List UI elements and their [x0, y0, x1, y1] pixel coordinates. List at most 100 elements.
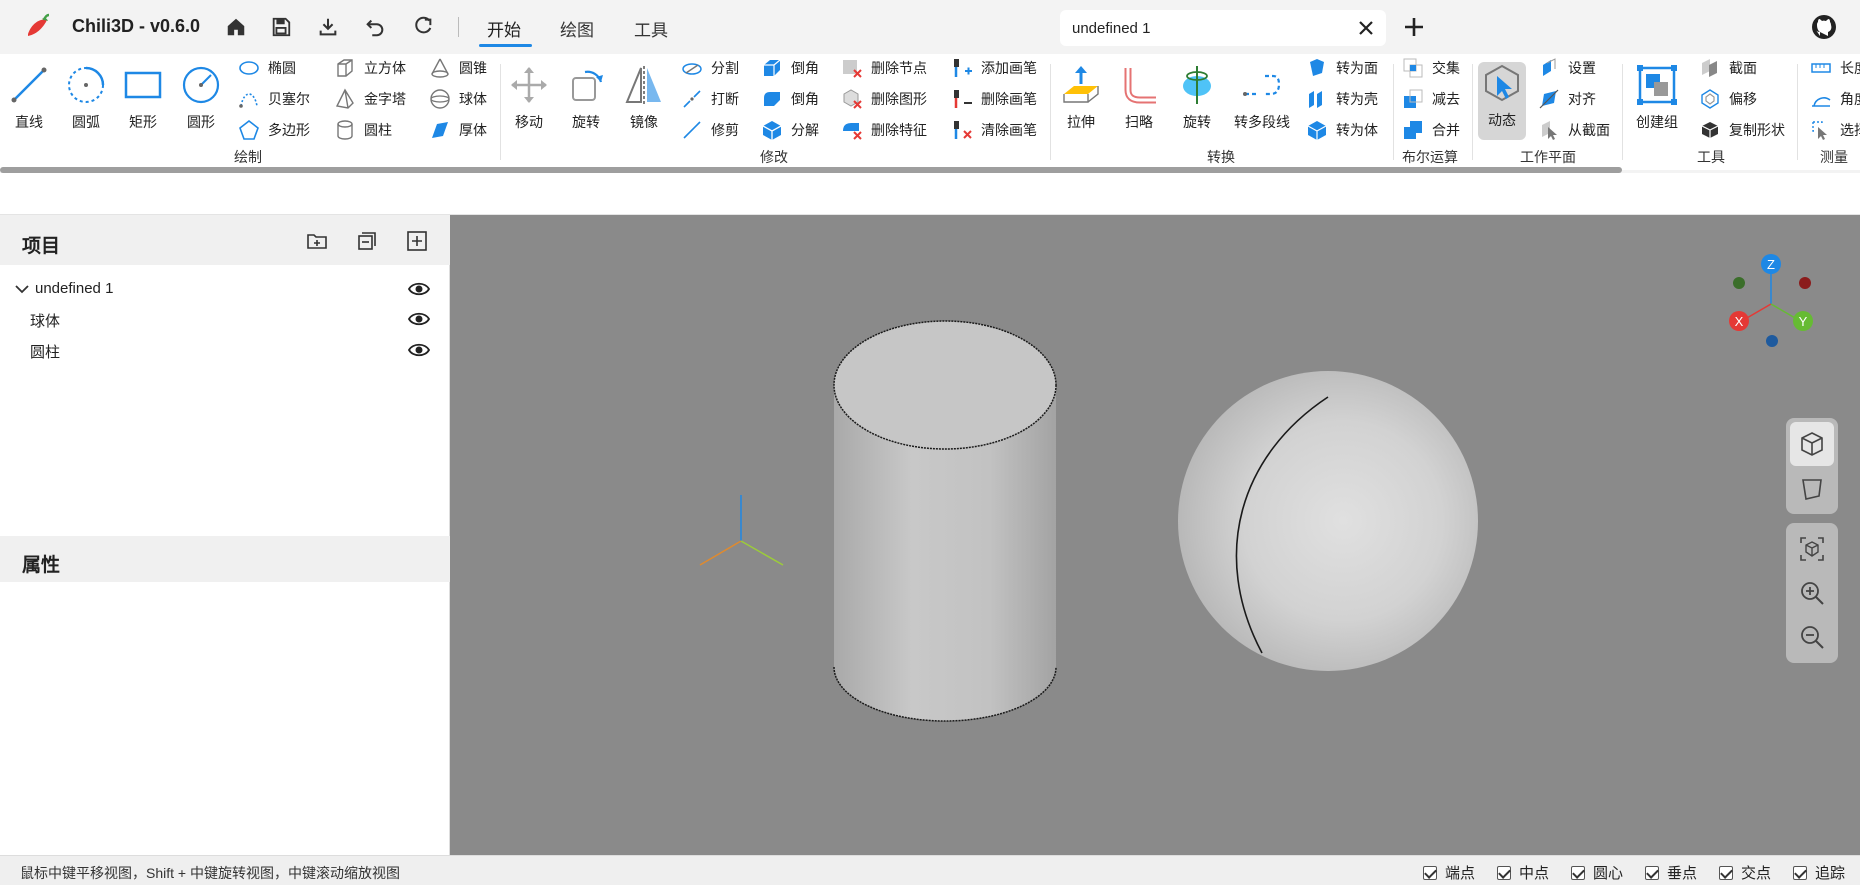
box-button[interactable]: 立方体 [334, 55, 406, 81]
remove-feature-button[interactable]: 删除特征 [841, 117, 927, 143]
zoom-out-button[interactable] [1790, 615, 1834, 659]
align-workplane-button[interactable]: 对齐 [1538, 86, 1596, 112]
sphere-button[interactable]: 球体 [429, 86, 487, 112]
trim-button[interactable]: 修剪 [681, 117, 739, 143]
explode-button[interactable]: 分解 [761, 117, 819, 143]
split-button[interactable]: 分割 [681, 55, 739, 81]
rotate-button[interactable]: 旋转 [559, 64, 613, 144]
measure-select-button[interactable]: 选择 [1810, 117, 1860, 143]
tree-root-row[interactable]: undefined 1 [0, 274, 450, 304]
checkbox[interactable] [1793, 865, 1807, 880]
home-button[interactable] [223, 14, 249, 40]
union-button[interactable]: 合并 [1402, 117, 1460, 143]
eye-icon[interactable] [408, 279, 430, 299]
tab-tools[interactable]: 工具 [634, 16, 668, 41]
redo-button[interactable] [410, 14, 436, 40]
snap-intersection-toggle[interactable]: 交点 [1719, 862, 1771, 883]
measure-length-button[interactable]: 长度 [1810, 55, 1860, 81]
new-folder-icon[interactable] [306, 230, 328, 252]
tree-item-label: 球体 [30, 313, 61, 330]
thickness-button[interactable]: 厚体 [429, 117, 487, 143]
bezier-button[interactable]: 贝塞尔 [238, 86, 310, 112]
checkbox[interactable] [1423, 865, 1437, 880]
add-item-icon[interactable] [406, 230, 428, 252]
tab-start[interactable]: 开始 [487, 16, 521, 41]
3d-viewport[interactable]: Z X Y [450, 215, 1860, 855]
union-label: 合并 [1432, 122, 1460, 138]
sweep-button[interactable]: 扫略 [1112, 64, 1166, 144]
to-shell-button[interactable]: 转为壳 [1306, 86, 1378, 112]
add-document-icon[interactable] [1400, 13, 1428, 41]
eye-icon[interactable] [408, 309, 430, 329]
mirror-button[interactable]: 镜像 [617, 64, 671, 144]
scene-canvas[interactable]: Z X Y [450, 215, 1860, 855]
checkbox[interactable] [1645, 865, 1659, 880]
download-button[interactable] [315, 14, 341, 40]
github-icon[interactable] [1810, 13, 1838, 41]
arc-button[interactable]: 圆弧 [59, 64, 113, 144]
dynamic-workplane-button[interactable]: 动态 [1478, 62, 1526, 140]
save-button[interactable] [268, 14, 294, 40]
intersect-label: 交集 [1432, 60, 1460, 76]
tree-item-cylinder[interactable]: 圆柱 [0, 335, 450, 365]
tree-item-sphere[interactable]: 球体 [0, 304, 450, 334]
intersect-button[interactable]: 交集 [1402, 55, 1460, 81]
remove-shape-button[interactable]: 删除图形 [841, 86, 927, 112]
tab-draw[interactable]: 绘图 [560, 16, 594, 41]
cone-button[interactable]: 圆锥 [429, 55, 487, 81]
remove-brush-button[interactable]: 删除画笔 [951, 86, 1037, 112]
workplane-settings-button[interactable]: 设置 [1538, 55, 1596, 81]
measure-angle-button[interactable]: 角度 [1810, 86, 1860, 112]
polygon-button[interactable]: 多边形 [238, 117, 310, 143]
to-face-button[interactable]: 转为面 [1306, 55, 1378, 81]
break-button[interactable]: 打断 [681, 86, 739, 112]
snap-midpoint-toggle[interactable]: 中点 [1497, 862, 1549, 883]
snap-perpendicular-toggle[interactable]: 垂点 [1645, 862, 1697, 883]
ellipse-button[interactable]: 椭圆 [238, 55, 296, 81]
line-button[interactable]: 直线 [2, 64, 56, 144]
close-icon[interactable] [1356, 18, 1376, 38]
extrude-button[interactable]: 拉伸 [1054, 64, 1108, 144]
checkbox[interactable] [1497, 865, 1511, 880]
snap-tracking-toggle[interactable]: 追踪 [1793, 862, 1845, 883]
cylinder-button[interactable]: 圆柱 [334, 117, 392, 143]
fillet-button[interactable]: 倒角 [761, 86, 819, 112]
clear-brush-button[interactable]: 清除画笔 [951, 117, 1037, 143]
from-section-button[interactable]: 从截面 [1538, 117, 1610, 143]
document-tab[interactable]: undefined 1 [1060, 10, 1386, 46]
snap-endpoint-toggle[interactable]: 端点 [1423, 862, 1475, 883]
chevron-down-icon[interactable] [14, 281, 30, 297]
zoom-in-button[interactable] [1790, 571, 1834, 615]
to-solid-button[interactable]: 转为体 [1306, 117, 1378, 143]
copy-shape-button[interactable]: 复制形状 [1699, 117, 1785, 143]
to-face-icon [1310, 59, 1324, 76]
checkbox[interactable] [1571, 865, 1585, 880]
perspective-view-button[interactable] [1790, 422, 1834, 466]
pyramid-button[interactable]: 金字塔 [334, 86, 406, 112]
union-icon [1404, 121, 1422, 139]
rectangle-button[interactable]: 矩形 [116, 64, 170, 144]
explode-icon [762, 121, 782, 140]
undo-button[interactable] [362, 14, 388, 40]
chamfer-button[interactable]: 倒角 [761, 55, 819, 81]
move-button[interactable]: 移动 [502, 64, 556, 144]
collapse-all-icon[interactable] [356, 230, 378, 252]
create-group-button[interactable]: 创建组 [1630, 64, 1684, 144]
orthographic-view-button[interactable] [1790, 466, 1834, 510]
checkbox[interactable] [1719, 865, 1733, 880]
to-polyline-button[interactable]: 转多段线 [1228, 64, 1296, 144]
subtract-button[interactable]: 减去 [1402, 86, 1460, 112]
snap-center-toggle[interactable]: 圆心 [1571, 862, 1623, 883]
offset-button[interactable]: 偏移 [1699, 86, 1757, 112]
revolve-button[interactable]: 旋转 [1170, 64, 1224, 144]
eye-icon[interactable] [408, 340, 430, 360]
sphere-shape[interactable] [1178, 371, 1478, 671]
add-brush-button[interactable]: 添加画笔 [951, 55, 1037, 81]
fit-view-button[interactable] [1790, 527, 1834, 571]
subtract-icon [1404, 89, 1423, 108]
cylinder-shape[interactable] [833, 320, 1057, 722]
section-button[interactable]: 截面 [1699, 55, 1757, 81]
axis-gizmo[interactable]: Z X Y [1729, 254, 1813, 347]
remove-node-button[interactable]: 删除节点 [841, 55, 927, 81]
circle-button[interactable]: 圆形 [174, 64, 228, 144]
